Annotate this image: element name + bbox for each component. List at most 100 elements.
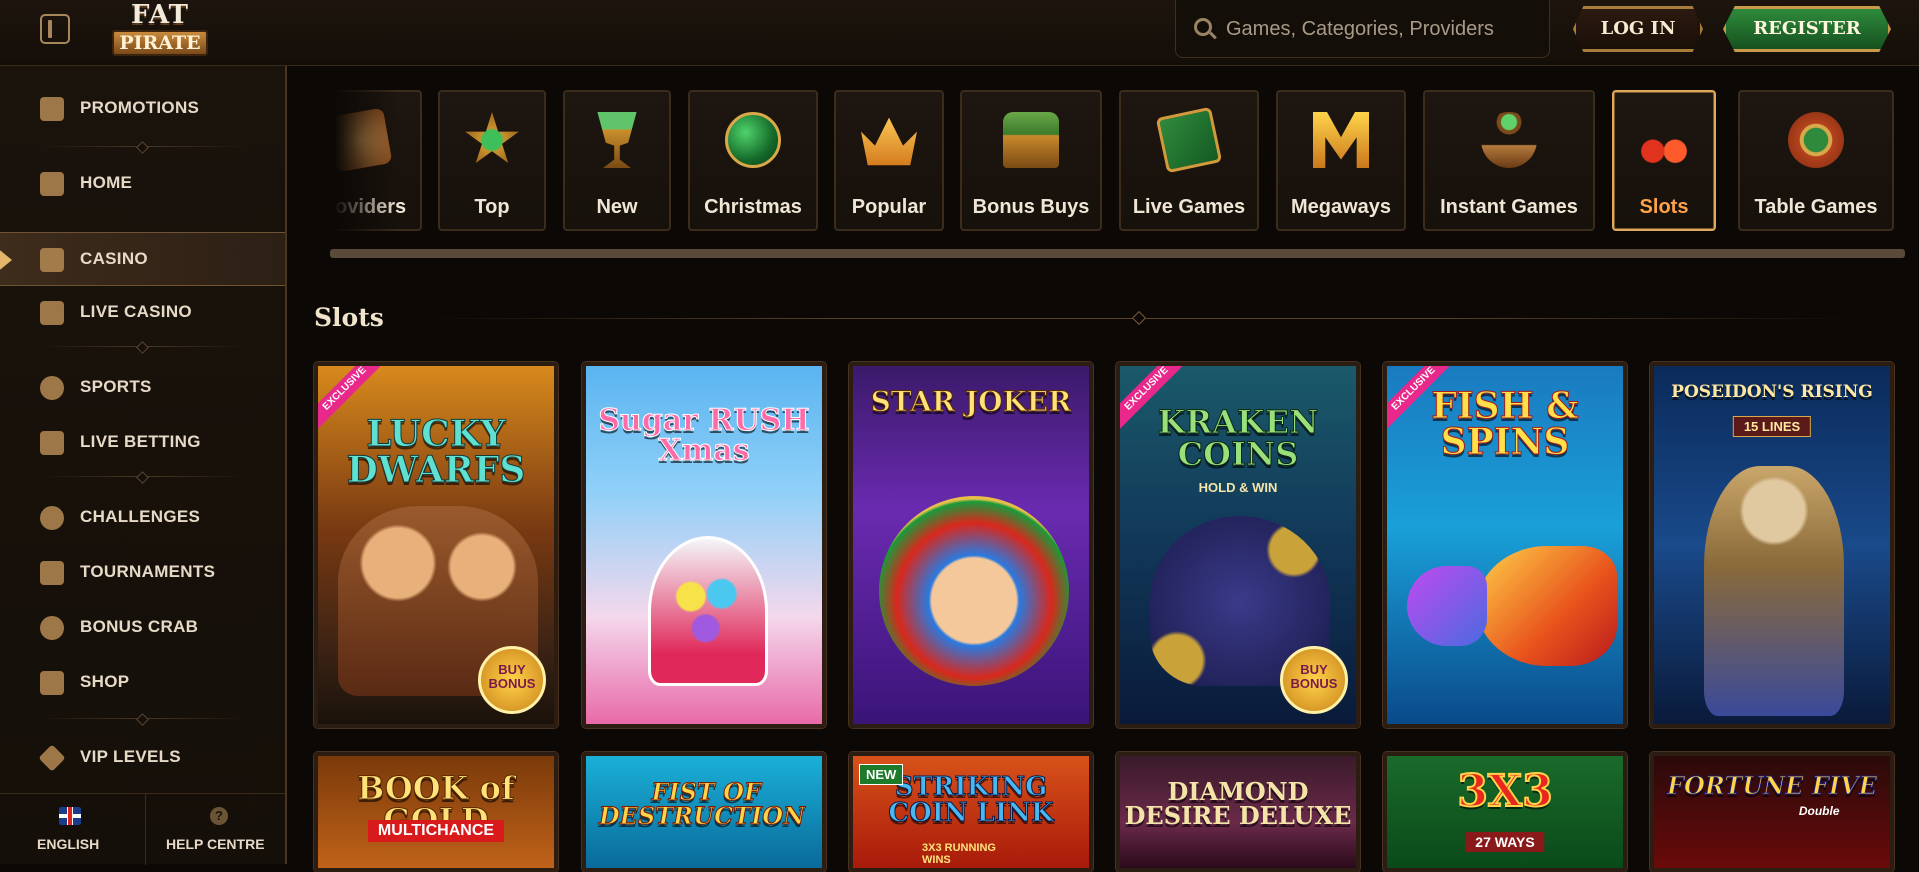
- crab-claw-icon: [40, 616, 64, 640]
- sidebar-item-label: TOURNAMENTS: [80, 562, 216, 581]
- category-label: Instant Games: [1440, 196, 1578, 218]
- category-christmas[interactable]: Christmas: [688, 90, 818, 231]
- category-scrollbar[interactable]: [330, 249, 1905, 258]
- sidebar-item-casino[interactable]: CASINO: [0, 232, 285, 286]
- game-title: DIAMOND DESIRE DELUXE: [1124, 777, 1352, 830]
- phone-cards-icon: [40, 301, 64, 325]
- title-ornament: [1131, 310, 1147, 326]
- category-label: Providers: [318, 196, 407, 218]
- trophy-icon: [40, 561, 64, 585]
- game-tile-lucky-dwarfs[interactable]: LUCKY DWARFS EXCLUSIVE BUY BONUS: [314, 362, 558, 728]
- sidebar-item-vip-levels[interactable]: VIP LEVELS: [0, 731, 285, 785]
- search-input[interactable]: [1226, 14, 1536, 44]
- game-tile-sugar-rush-xmas[interactable]: Sugar RUSH Xmas: [582, 362, 826, 728]
- game-subtitle: 15 LINES: [1732, 416, 1812, 437]
- game-tile-diamond-desire-deluxe[interactable]: DIAMOND DESIRE DELUXE: [1116, 752, 1360, 872]
- game-title: STAR JOKER: [870, 385, 1072, 418]
- sidebar-item-label: PROMOTIONS: [80, 98, 200, 117]
- game-title: Sugar RUSH Xmas: [598, 403, 810, 468]
- category-instant-games[interactable]: Instant Games: [1423, 90, 1595, 231]
- category-megaways[interactable]: Megaways: [1276, 90, 1406, 231]
- medal-icon: [40, 506, 64, 530]
- sidebar-item-label: HOME: [80, 173, 133, 192]
- sidebar-item-home[interactable]: HOME: [0, 157, 285, 211]
- game-subtitle: Double: [1798, 804, 1840, 818]
- category-top[interactable]: Top: [438, 90, 546, 231]
- top-header: FAT PIRATE LOG IN REGISTER: [0, 0, 1919, 66]
- category-label: Christmas: [704, 196, 802, 218]
- category-label: New: [596, 196, 638, 218]
- game-title: KRAKEN COINS: [1157, 403, 1319, 473]
- fish-art: [1477, 546, 1617, 666]
- category-live-games[interactable]: Live Games: [1119, 90, 1259, 231]
- category-new[interactable]: New: [563, 90, 671, 231]
- game-tile-kraken-coins[interactable]: KRAKEN COINS HOLD & WIN EXCLUSIVE BUY BO…: [1116, 362, 1360, 728]
- game-subtitle: HOLD & WIN: [1198, 480, 1278, 495]
- game-title: FORTUNE FIVE: [1666, 771, 1878, 800]
- poseidon-art: [1704, 466, 1844, 716]
- new-badge: NEW: [859, 764, 904, 785]
- sidebar-item-promotions[interactable]: PROMOTIONS: [0, 82, 285, 136]
- language-label: ENGLISH: [37, 836, 100, 852]
- logo-top-text: FAT: [130, 0, 190, 30]
- megaways-icon: [1313, 112, 1369, 168]
- game-tile-star-joker[interactable]: STAR JOKER: [849, 362, 1093, 728]
- game-tile-poseidons-rising[interactable]: POSEIDON'S RISING 15 LINES: [1650, 362, 1894, 728]
- sidebar-item-label: LIVE CASINO: [80, 302, 192, 321]
- sidebar-footer: ENGLISH ? HELP CENTRE: [0, 793, 285, 865]
- sidebar-item-live-casino[interactable]: LIVE CASINO: [0, 286, 285, 340]
- search-box[interactable]: [1175, 0, 1550, 58]
- help-icon: ?: [210, 807, 228, 825]
- game-title: LUCKY DWARFS: [346, 413, 526, 491]
- game-title: 3X3: [1456, 766, 1553, 817]
- section-title: Slots: [314, 303, 384, 332]
- register-button[interactable]: REGISTER: [1723, 6, 1891, 52]
- game-title: FISH & SPINS: [1431, 385, 1579, 463]
- help-centre-link[interactable]: ? HELP CENTRE: [146, 794, 285, 865]
- game-title: POSEIDON'S RISING: [1671, 382, 1873, 402]
- game-tile-fortune-five-double[interactable]: FORTUNE FIVE Double: [1650, 752, 1894, 872]
- cards-icon: [1155, 106, 1223, 174]
- sidebar-item-bonus-crab[interactable]: BONUS CRAB: [0, 601, 285, 655]
- diamond-icon: [38, 744, 66, 772]
- category-bonus-buys[interactable]: Bonus Buys: [960, 90, 1102, 231]
- search-icon: [1194, 18, 1212, 36]
- help-label: HELP CENTRE: [166, 836, 265, 852]
- category-providers[interactable]: Providers: [318, 90, 422, 231]
- uk-flag-icon: [59, 807, 81, 825]
- category-slots[interactable]: Slots: [1612, 90, 1716, 231]
- sidebar-item-shop[interactable]: SHOP: [0, 656, 285, 710]
- sidebar-item-live-betting[interactable]: LIVE BETTING: [0, 416, 285, 470]
- chest-icon: [1003, 112, 1059, 168]
- joker-art: [879, 496, 1069, 686]
- language-selector[interactable]: ENGLISH: [0, 794, 144, 865]
- game-tile-striking-coin-link[interactable]: STRIKING COIN LINK 3X3 RUNNING WINS NEW: [849, 752, 1093, 872]
- slot-machine-icon: [40, 248, 64, 272]
- sidebar-item-label: CHALLENGES: [80, 507, 201, 526]
- site-logo[interactable]: FAT PIRATE: [112, 0, 208, 58]
- sidebar-item-challenges[interactable]: CHALLENGES: [0, 491, 285, 545]
- category-popular[interactable]: Popular: [834, 90, 944, 231]
- sidebar-item-label: SPORTS: [80, 377, 152, 396]
- game-tile-fist-of-destruction[interactable]: FIST OF DESTRUCTION: [582, 752, 826, 872]
- star-icon: [465, 112, 519, 163]
- category-table-games[interactable]: Table Games: [1738, 90, 1894, 231]
- sidebar-item-tournaments[interactable]: TOURNAMENTS: [0, 546, 285, 600]
- divider: [38, 146, 248, 147]
- game-tile-3x3-27-ways[interactable]: 3X3 27 WAYS: [1383, 752, 1627, 872]
- divider: [38, 476, 248, 477]
- sidebar-toggle-icon[interactable]: [40, 14, 70, 44]
- logo-bottom-text: PIRATE: [112, 30, 208, 56]
- gumball-machine-art: [648, 536, 768, 686]
- sidebar-item-label: LIVE BETTING: [80, 432, 201, 451]
- game-subtitle: MULTICHANCE: [367, 820, 505, 842]
- sidebar-item-label: CASINO: [80, 249, 148, 268]
- game-tile-book-of-gold[interactable]: BOOK of GOLD MULTICHANCE: [314, 752, 558, 872]
- sidebar-item-label: BONUS CRAB: [80, 617, 199, 636]
- login-button[interactable]: LOG IN: [1573, 6, 1703, 52]
- sidebar-item-sports[interactable]: SPORTS: [0, 361, 285, 415]
- ornament-icon: [725, 112, 781, 168]
- category-label: Top: [474, 196, 510, 218]
- category-label: Bonus Buys: [972, 196, 1090, 218]
- game-tile-fish-and-spins[interactable]: FISH & SPINS EXCLUSIVE: [1383, 362, 1627, 728]
